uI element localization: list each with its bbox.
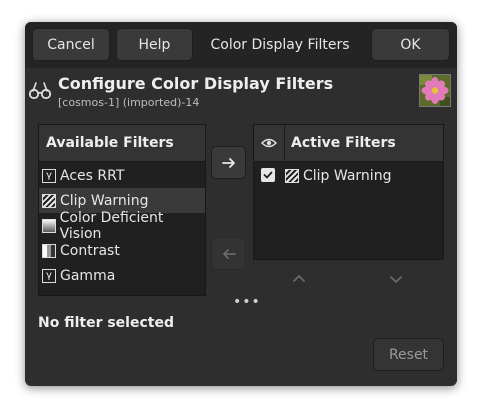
- available-filters-list: Available Filters γ Aces RRT Clip Warnin…: [38, 124, 206, 296]
- available-item-color-deficient-vision[interactable]: Color Deficient Vision: [39, 210, 205, 242]
- chevron-down-icon: [390, 276, 402, 283]
- active-item-checkbox[interactable]: [261, 168, 275, 182]
- contrast-icon: [42, 243, 56, 258]
- cancel-button[interactable]: Cancel: [32, 28, 110, 61]
- add-filter-button[interactable]: [211, 146, 246, 179]
- move-up-button[interactable]: [291, 271, 307, 287]
- status-label: No filter selected: [38, 315, 174, 331]
- active-filters-header[interactable]: Active Filters: [285, 125, 443, 162]
- aces-rrt-icon: γ: [42, 168, 56, 183]
- pane-resize-handle[interactable]: •••: [233, 294, 261, 310]
- available-item-gamma[interactable]: γ Gamma: [39, 263, 205, 288]
- active-item-clip-warning[interactable]: Clip Warning: [282, 163, 442, 188]
- gamma-icon: γ: [42, 268, 56, 283]
- available-item-aces-rrt[interactable]: γ Aces RRT: [39, 163, 205, 188]
- arrow-right-icon: [221, 157, 235, 168]
- available-item-label: Gamma: [60, 267, 116, 284]
- available-item-contrast[interactable]: Contrast: [39, 238, 205, 263]
- eye-icon: [261, 138, 277, 148]
- checkmark-icon: [263, 171, 273, 179]
- chevron-up-icon: [293, 275, 305, 282]
- available-item-label: Color Deficient Vision: [59, 209, 164, 242]
- reset-button[interactable]: Reset: [373, 338, 444, 371]
- image-subtitle: [cosmos-1] (imported)-14: [58, 96, 200, 109]
- glasses-icon: [28, 79, 52, 101]
- active-filters-list: Active Filters Clip Warning: [253, 124, 444, 260]
- active-item-label: Clip Warning: [303, 167, 392, 184]
- visibility-column-header[interactable]: [254, 125, 285, 162]
- color-display-filters-dialog: Cancel Help Color Display Filters OK Con…: [25, 22, 457, 386]
- arrow-left-icon: [222, 248, 236, 259]
- color-deficient-vision-icon: [42, 218, 56, 233]
- help-button[interactable]: Help: [116, 28, 193, 61]
- clip-warning-icon: [42, 193, 56, 208]
- available-filters-header[interactable]: Available Filters: [39, 125, 205, 162]
- available-item-label: Contrast: [60, 242, 120, 259]
- remove-filter-button[interactable]: [211, 237, 246, 270]
- dialog-title: Color Display Filters: [210, 36, 350, 53]
- available-item-label: Clip Warning: [60, 192, 149, 209]
- dialog-header: Cancel Help Color Display Filters OK: [25, 22, 457, 68]
- clip-warning-icon: [285, 168, 299, 183]
- configure-title: Configure Color Display Filters: [58, 74, 334, 93]
- ok-button[interactable]: OK: [371, 28, 450, 61]
- move-down-button[interactable]: [388, 271, 404, 287]
- image-thumbnail: [419, 74, 451, 107]
- available-item-label: Aces RRT: [60, 167, 125, 184]
